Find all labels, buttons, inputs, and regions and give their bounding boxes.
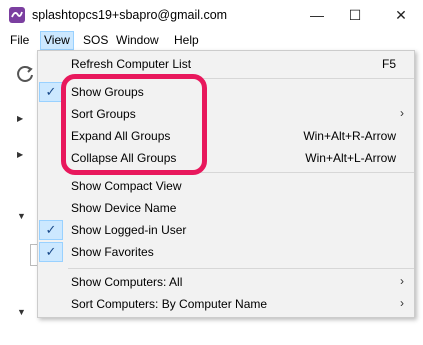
menu-item-shortcut: F5 [381, 57, 396, 71]
menu-item-show-compact-view[interactable]: Show Compact View [38, 175, 414, 197]
menu-item-label: Show Favorites [71, 245, 154, 259]
menu-item-label: Refresh Computer List [71, 57, 192, 71]
tree-expand-arrow-icon[interactable]: ▶ [17, 114, 23, 123]
menu-item-label: Sort Computers: By Computer Name [71, 297, 268, 311]
checkmark-icon: ✓ [39, 242, 63, 262]
menu-sos[interactable]: SOS [80, 31, 111, 50]
close-button[interactable]: ✕ [382, 0, 420, 30]
maximize-icon: ☐ [348, 6, 362, 23]
tree-collapse-arrow-icon[interactable]: ▼ [17, 307, 26, 317]
minimize-button[interactable]: — [298, 0, 336, 30]
refresh-icon[interactable] [15, 64, 35, 84]
menu-item-refresh-computer-list[interactable]: Refresh Computer List F5 [38, 53, 414, 75]
menu-item-shortcut: Win+Alt+L-Arrow [305, 151, 396, 165]
menu-item-label: Show Computers: All [71, 275, 183, 289]
menu-separator [68, 268, 414, 269]
submenu-arrow-icon: › [400, 106, 404, 120]
title-bar: splashtopcs19+sbapro@gmail.com — ☐ ✕ [0, 0, 423, 30]
menu-item-label: Show Compact View [71, 179, 182, 193]
menu-file[interactable]: File [7, 31, 32, 50]
menu-item-label: Show Device Name [71, 201, 177, 215]
submenu-arrow-icon: › [400, 296, 404, 310]
checkmark-icon: ✓ [39, 220, 63, 240]
app-icon [9, 7, 25, 23]
highlight-annotation [61, 74, 207, 175]
menu-item-show-device-name[interactable]: Show Device Name [38, 197, 414, 219]
checkmark-icon: ✓ [39, 82, 63, 102]
tree-expand-arrow-icon[interactable]: ▶ [17, 150, 23, 159]
menu-item-show-favorites[interactable]: ✓ Show Favorites [38, 241, 414, 263]
menu-window[interactable]: Window [113, 31, 162, 50]
maximize-button[interactable]: ☐ [336, 0, 374, 30]
menu-item-label: Show Logged-in User [71, 223, 187, 237]
tree-collapse-arrow-icon[interactable]: ▼ [17, 211, 26, 221]
menu-item-shortcut: Win+Alt+R-Arrow [303, 129, 396, 143]
minimize-icon: — [310, 7, 324, 23]
menu-item-show-logged-in-user[interactable]: ✓ Show Logged-in User [38, 219, 414, 241]
submenu-arrow-icon: › [400, 274, 404, 288]
menu-bar: File View SOS Window Help [0, 30, 423, 50]
menu-item-show-computers[interactable]: Show Computers: All › [38, 271, 414, 293]
close-icon: ✕ [395, 6, 407, 23]
window-title: splashtopcs19+sbapro@gmail.com [32, 8, 228, 22]
menu-item-sort-computers[interactable]: Sort Computers: By Computer Name › [38, 293, 414, 315]
menu-view[interactable]: View [40, 31, 74, 50]
menu-help[interactable]: Help [171, 31, 202, 50]
